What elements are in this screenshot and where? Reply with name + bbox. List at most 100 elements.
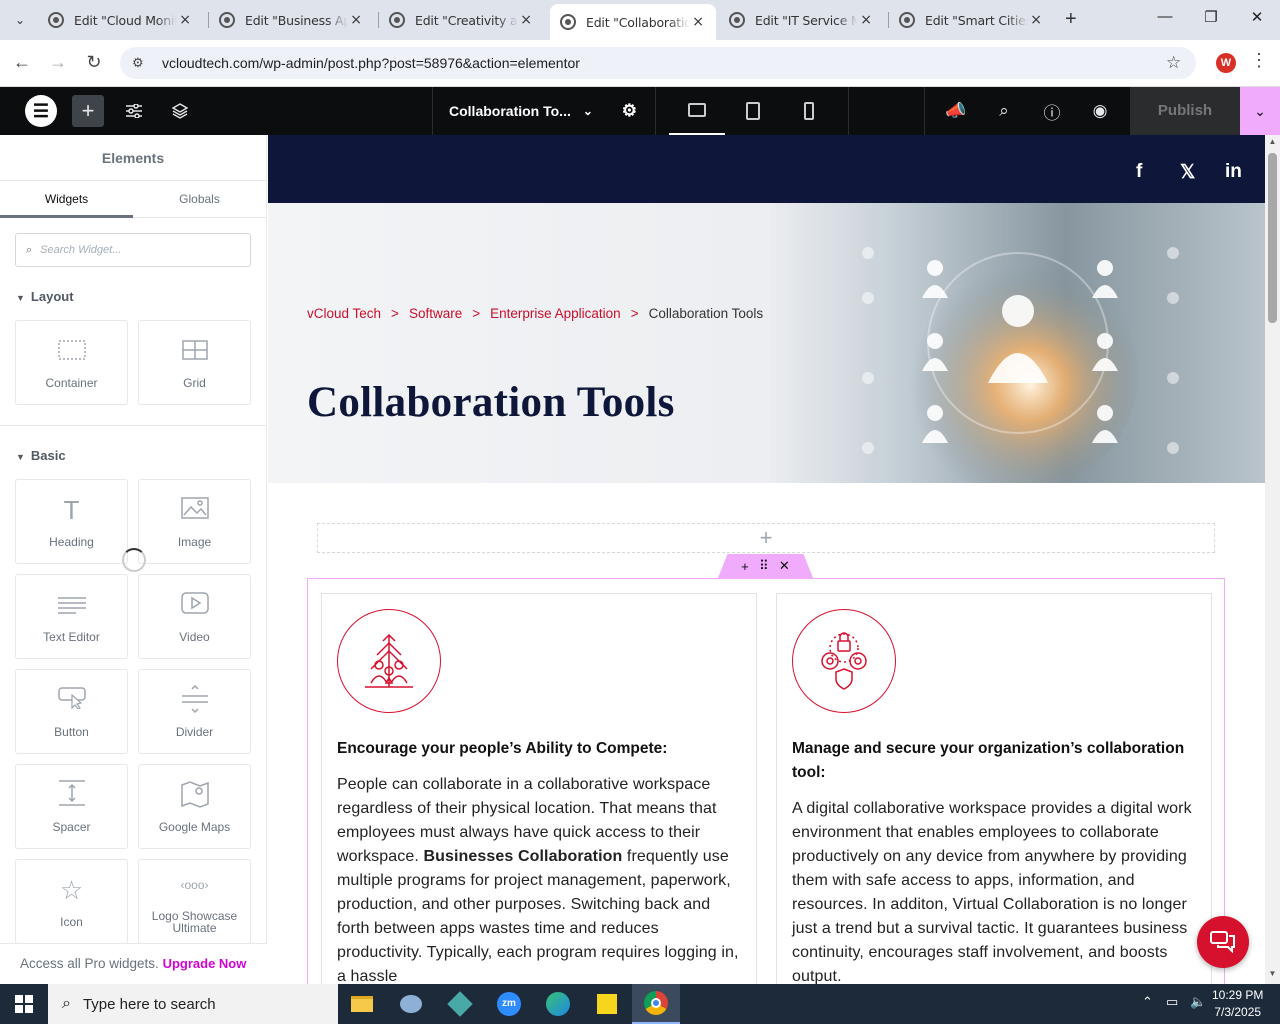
delete-container-icon[interactable]: ✕ [779,558,790,574]
profile-avatar[interactable]: W [1216,53,1236,73]
breadcrumb-link[interactable]: vCloud Tech [307,306,381,321]
widget-text-editor[interactable]: Text Editor [15,574,128,659]
windows-start-icon[interactable] [0,984,48,1024]
widget-icon[interactable]: ☆ Icon [15,859,128,944]
canvas-scrollbar[interactable]: ▲ ▼ [1265,135,1280,984]
minimize-icon[interactable]: — [1150,8,1180,25]
scroll-up-icon[interactable]: ▲ [1265,137,1280,146]
browser-menu-icon[interactable]: ⋮ [1250,50,1268,71]
new-tab-button[interactable]: + [1065,8,1077,31]
section-toggle-layout[interactable]: ▼ Layout [16,289,266,304]
widget-heading[interactable]: T Heading [15,479,128,564]
sticky-notes-icon[interactable] [583,984,631,1024]
loading-spinner-icon [122,548,146,572]
drag-handle-icon[interactable]: ⠿ [759,558,769,574]
page-title[interactable]: Collaboration Tools [307,378,675,427]
mobile-view-button[interactable] [781,87,837,135]
feature-card[interactable]: Encourage your people’s Ability to Compe… [321,593,757,984]
browser-tab[interactable]: Edit "Business Applications × [209,4,374,36]
widget-video[interactable]: Video [138,574,251,659]
card-text-part: frequently use multiple programs for pro… [337,848,739,984]
widget-logo-showcase[interactable]: ‹ooo› Logo Showcase Ultimate [138,859,251,944]
preview-canvas: f 𝕏 in vCloud Tech > Software > Enterpri… [268,135,1265,984]
widget-label: Button [54,724,89,739]
section-toggle-basic[interactable]: ▼ Basic [16,448,266,463]
taskbar-search-box[interactable]: ⌕ Type here to search [48,984,338,1024]
feature-card[interactable]: Manage and secure your organization’s co… [776,593,1212,984]
url-field[interactable]: ⚙ vcloudtech.com/wp-admin/post.php?post=… [120,47,1196,79]
star-circle-icon: ☆ [59,874,84,905]
publish-button[interactable]: Publish [1130,87,1240,135]
publish-options-chevron-icon[interactable]: ⌄ [1240,87,1280,135]
navigator-layers-icon[interactable] [164,95,196,127]
add-section-button[interactable]: + [317,523,1215,553]
site-settings-icon[interactable] [118,95,150,127]
add-container-icon[interactable]: + [741,559,749,574]
notifications-megaphone-icon[interactable]: 📣 [940,95,972,127]
help-icon[interactable]: ⓘ [1036,95,1068,127]
browser-tab[interactable]: Edit "Smart Cities" × [889,4,1054,36]
bookmark-star-icon[interactable]: ☆ [1166,53,1196,73]
scrollbar-thumb[interactable] [1268,153,1277,323]
browser-tab[interactable]: Edit "IT Service Management × [719,4,884,36]
forward-icon[interactable]: → [46,52,70,73]
chat-bubble-icon[interactable] [1197,916,1249,968]
taskbar-clock[interactable]: 10:29 PM 7/3/2025 [1212,987,1263,1021]
tray-chevron-up-icon[interactable]: ⌃ [1142,994,1153,1010]
widget-search-input[interactable]: ⌕ Search Widget... [15,233,251,267]
chrome-icon[interactable] [632,984,680,1024]
site-info-icon[interactable]: ⚙ [132,55,150,71]
elementor-logo-icon[interactable]: ☰ [25,95,57,127]
back-icon[interactable]: ← [10,52,34,73]
document-title-dropdown[interactable]: Collaboration To... ⌄ ⚙ [432,87,656,135]
widget-label: Image [177,534,212,549]
file-explorer-icon[interactable] [338,984,386,1024]
restore-icon[interactable]: ❐ [1196,8,1226,26]
tab-close-icon[interactable]: × [177,12,193,28]
close-window-icon[interactable]: ✕ [1242,8,1272,26]
zoom-icon[interactable]: zm [485,984,533,1024]
breadcrumb-link[interactable]: Software [409,306,462,321]
caret-down-icon: ▼ [16,293,25,303]
browser-tab[interactable]: Edit "Creativity and × [379,4,544,36]
reload-icon[interactable]: ↻ [82,52,106,73]
widget-container[interactable]: Container [15,320,128,405]
x-twitter-icon[interactable]: 𝕏 [1180,161,1195,184]
widget-label: Logo Showcase Ultimate [151,908,238,935]
browser-tab[interactable]: Edit "Cloud Monitoring × [38,4,203,36]
edge-icon[interactable] [534,984,582,1024]
tab-close-icon[interactable]: × [1028,12,1044,28]
app-icon[interactable] [436,984,484,1024]
search-icon[interactable]: ⌕ [988,95,1020,127]
network-icon[interactable]: ▭ [1166,994,1178,1010]
widget-image[interactable]: Image [138,479,251,564]
widget-button[interactable]: Button [15,669,128,754]
widget-google-maps[interactable]: Google Maps [138,764,251,849]
tab-widgets[interactable]: Widgets [0,181,133,218]
widget-spacer[interactable]: Spacer [15,764,128,849]
page-settings-gear-icon[interactable]: ⚙ [622,101,637,121]
widget-label: Grid [183,375,206,390]
widget-label: Spacer [52,819,91,834]
widget-grid[interactable]: Grid [138,320,251,405]
tab-close-icon[interactable]: × [518,12,534,28]
tab-globals[interactable]: Globals [133,181,266,217]
tab-search-button[interactable]: ⌄ [6,6,34,34]
linkedin-icon[interactable]: in [1225,161,1242,183]
desktop-view-button[interactable] [669,87,725,135]
scroll-down-icon[interactable]: ▼ [1265,969,1280,978]
app-icon[interactable] [387,984,435,1024]
upgrade-now-link[interactable]: Upgrade Now [163,956,247,971]
breadcrumb-link[interactable]: Enterprise Application [490,306,621,321]
tablet-view-button[interactable] [725,87,781,135]
add-element-icon[interactable]: + [72,95,104,127]
preview-eye-icon[interactable]: ◉ [1084,95,1116,127]
volume-icon[interactable]: 🔈 [1190,994,1206,1010]
tab-close-icon[interactable]: × [348,12,364,28]
browser-tab-active[interactable]: Edit "Collaboration Tools × [550,4,716,40]
facebook-icon[interactable]: f [1136,161,1142,183]
tab-close-icon[interactable]: × [690,14,706,30]
content-section[interactable]: Encourage your people’s Ability to Compe… [307,578,1225,984]
widget-divider[interactable]: Divider [138,669,251,754]
tab-close-icon[interactable]: × [858,12,874,28]
